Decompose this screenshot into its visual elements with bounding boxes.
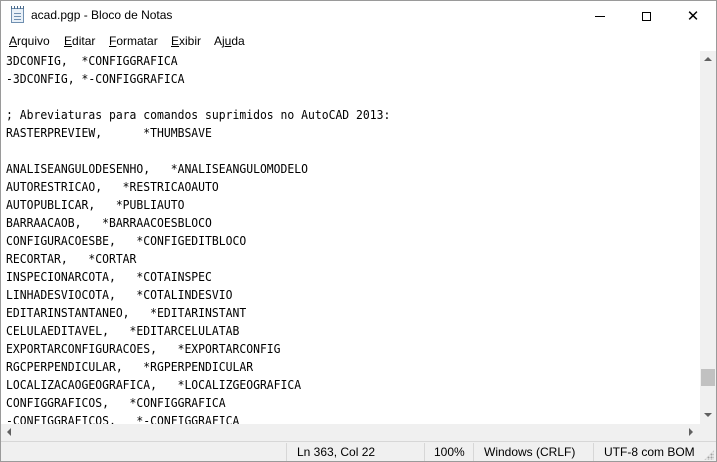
editor-line: ; Abreviaturas para comandos suprimidos … [6, 108, 391, 122]
notepad-app-icon[interactable] [11, 6, 24, 23]
editor-line: EXPORTARCONFIGURACOES, *EXPORTARCONFIG [6, 342, 281, 356]
menu-exibir[interactable]: Exibir [171, 34, 201, 48]
menu-ajuda-label-pre: Aj [214, 34, 225, 48]
status-encoding: UTF-8 com BOM [604, 445, 695, 459]
editor-line: AUTOPUBLICAR, *PUBLIAUTO [6, 198, 185, 212]
editor-line: LINHADESVIOCOTA, *COTALINDESVIO [6, 288, 233, 302]
menu-ajuda[interactable]: Ajuda [214, 34, 245, 48]
editor-line: CONFIGGRAFICOS, *CONFIGGRAFICA [6, 396, 226, 410]
close-icon: ✕ [686, 6, 700, 25]
notepad-window: acad.pgp - Bloco de Notas ✕ Arquivo Edit… [0, 0, 717, 462]
text-editor-area[interactable]: 3DCONFIG, *CONFIGGRAFICA -3DCONFIG, *-CO… [1, 51, 700, 424]
editor-line: RECORTAR, *CORTAR [6, 252, 137, 266]
menu-arquivo-mnemonic: A [9, 34, 18, 48]
minimize-button[interactable] [577, 1, 623, 31]
status-cursor-position: Ln 363, Col 22 [297, 445, 376, 459]
editor-line: 3DCONFIG, *CONFIGGRAFICA [6, 54, 178, 68]
menu-editar-mnemonic: E [64, 34, 73, 48]
vertical-scroll-thumb[interactable] [701, 369, 715, 386]
status-separator [593, 443, 594, 461]
menu-editar[interactable]: Editar [64, 34, 95, 48]
status-separator [473, 443, 474, 461]
status-separator [424, 443, 425, 461]
maximize-button[interactable] [623, 1, 669, 31]
menu-bar: Arquivo Editar Formatar Exibir Ajuda [1, 31, 716, 51]
maximize-icon [641, 11, 651, 21]
menu-exibir-label: xibir [179, 34, 202, 48]
status-bar: Ln 363, Col 22 100% Windows (CRLF) UTF-8… [1, 441, 716, 461]
menu-exibir-mnemonic: E [171, 34, 180, 48]
editor-line: RASTERPREVIEW, *THUMBSAVE [6, 126, 212, 140]
menu-formatar[interactable]: Formatar [109, 34, 158, 48]
menu-arquivo-label: rquivo [17, 34, 50, 48]
status-zoom: 100% [434, 445, 465, 459]
status-line-ending: Windows (CRLF) [484, 445, 576, 459]
title-bar[interactable]: acad.pgp - Bloco de Notas ✕ [1, 1, 716, 31]
scrollbar-corner [700, 424, 716, 441]
close-button[interactable]: ✕ [670, 1, 716, 31]
scroll-up-arrow-icon[interactable] [704, 57, 712, 61]
editor-line: AUTORESTRICAO, *RESTRICAOAUTO [6, 180, 219, 194]
resize-grip-icon[interactable] [704, 450, 714, 460]
scroll-down-arrow-icon[interactable] [704, 413, 712, 417]
scroll-right-arrow-icon[interactable] [689, 428, 693, 436]
editor-line: BARRAACAOB, *BARRAACOESBLOCO [6, 216, 212, 230]
horizontal-scrollbar[interactable] [1, 424, 700, 441]
menu-editar-label: ditar [72, 34, 96, 48]
status-separator [286, 443, 287, 461]
menu-arquivo[interactable]: Arquivo [9, 34, 50, 48]
menu-ajuda-label-post: da [231, 34, 245, 48]
editor-line: INSPECIONARCOTA, *COTAINSPEC [6, 270, 212, 284]
editor-line: -3DCONFIG, *-CONFIGGRAFICA [6, 72, 185, 86]
menu-formatar-label: ormatar [116, 34, 158, 48]
editor-line: LOCALIZACAOGEOGRAFICA, *LOCALIZGEOGRAFIC… [6, 378, 302, 392]
editor-line: CONFIGURACOESBE, *CONFIGEDITBLOCO [6, 234, 247, 248]
minimize-icon [595, 15, 605, 17]
vertical-scrollbar[interactable] [700, 51, 716, 424]
editor-line: RGCPERPENDICULAR, *RGPERPENDICULAR [6, 360, 254, 374]
editor-line: ANALISEANGULODESENHO, *ANALISEANGULOMODE… [6, 162, 308, 176]
window-title: acad.pgp - Bloco de Notas [31, 8, 173, 22]
editor-line: EDITARINSTANTANEO, *EDITARINSTANT [6, 306, 247, 320]
editor-line: CELULAEDITAVEL, *EDITARCELULATAB [6, 324, 240, 338]
scroll-left-arrow-icon[interactable] [7, 428, 11, 436]
editor-line: -CONFIGGRAFICOS, *-CONFIGGRAFICA [6, 414, 240, 424]
